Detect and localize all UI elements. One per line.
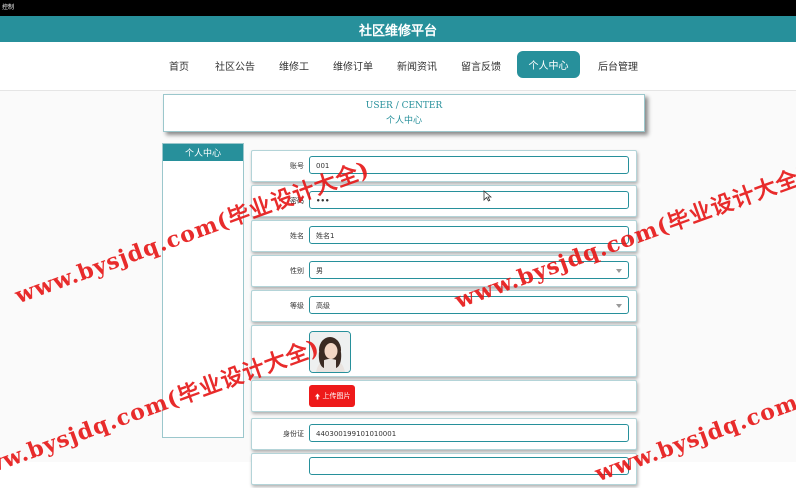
upload-image-button[interactable]: 上传图片 bbox=[309, 385, 355, 407]
next-input[interactable] bbox=[309, 457, 629, 475]
avatar-row bbox=[251, 325, 637, 377]
nav-repairmen[interactable]: 维修工 bbox=[279, 58, 309, 73]
sidebar-title: 个人中心 bbox=[184, 149, 221, 159]
id-card-input[interactable]: 440300199101010001 bbox=[309, 424, 629, 442]
upload-icon bbox=[314, 393, 320, 399]
site-header: 社区维修平台 bbox=[0, 16, 796, 42]
site-title: 社区维修平台 bbox=[358, 23, 437, 39]
password-input[interactable]: ••• bbox=[309, 191, 629, 209]
account-label: 账号 bbox=[290, 162, 304, 170]
gender-select[interactable]: 男 bbox=[309, 261, 629, 279]
main-nav: 首页 社区公告 维修工 维修订单 新闻资讯 留言反馈 个人中心 后台管理 bbox=[0, 42, 796, 91]
window-titlebar: 控制 bbox=[0, 0, 796, 16]
mouse-cursor-icon bbox=[483, 190, 492, 202]
level-select[interactable]: 高级 bbox=[309, 296, 629, 314]
upload-row: 上传图片 bbox=[251, 380, 637, 412]
id-card-row: 身份证 440300199101010001 bbox=[251, 418, 637, 450]
sidebar-item-user-center[interactable]: 个人中心 bbox=[163, 144, 243, 161]
name-input[interactable]: 姓名1 bbox=[309, 226, 629, 244]
gender-row: 性别 男 bbox=[251, 255, 637, 287]
nav-admin[interactable]: 后台管理 bbox=[598, 58, 638, 73]
avatar bbox=[309, 331, 351, 373]
page-title-box: USER / CENTER 个人中心 bbox=[163, 94, 645, 132]
gender-label: 性别 bbox=[290, 267, 304, 275]
window-title: 控制 bbox=[2, 4, 15, 11]
upload-label: 上传图片 bbox=[322, 392, 351, 400]
next-row bbox=[251, 453, 637, 485]
nav-home[interactable]: 首页 bbox=[169, 58, 189, 73]
avatar-photo-icon bbox=[310, 332, 350, 372]
nav-notices[interactable]: 社区公告 bbox=[215, 58, 255, 73]
nav-user-center[interactable]: 个人中心 bbox=[517, 51, 580, 78]
nav-orders[interactable]: 维修订单 bbox=[333, 58, 373, 73]
password-label: 密码 bbox=[290, 197, 304, 205]
level-row: 等级 高级 bbox=[251, 290, 637, 322]
page-title-cn: 个人中心 bbox=[385, 116, 422, 126]
name-label: 姓名 bbox=[290, 232, 304, 240]
nav-news[interactable]: 新闻资讯 bbox=[397, 58, 437, 73]
name-row: 姓名 姓名1 bbox=[251, 220, 637, 252]
nav-feedback[interactable]: 留言反馈 bbox=[461, 58, 501, 73]
account-row: 账号 001 bbox=[251, 150, 637, 182]
page-title-en: USER / CENTER bbox=[365, 101, 443, 111]
password-row: 密码 ••• bbox=[251, 185, 637, 217]
id-card-label: 身份证 bbox=[283, 430, 304, 438]
level-label: 等级 bbox=[290, 302, 304, 310]
account-input[interactable]: 001 bbox=[309, 156, 629, 174]
sidebar: 个人中心 bbox=[162, 143, 244, 438]
